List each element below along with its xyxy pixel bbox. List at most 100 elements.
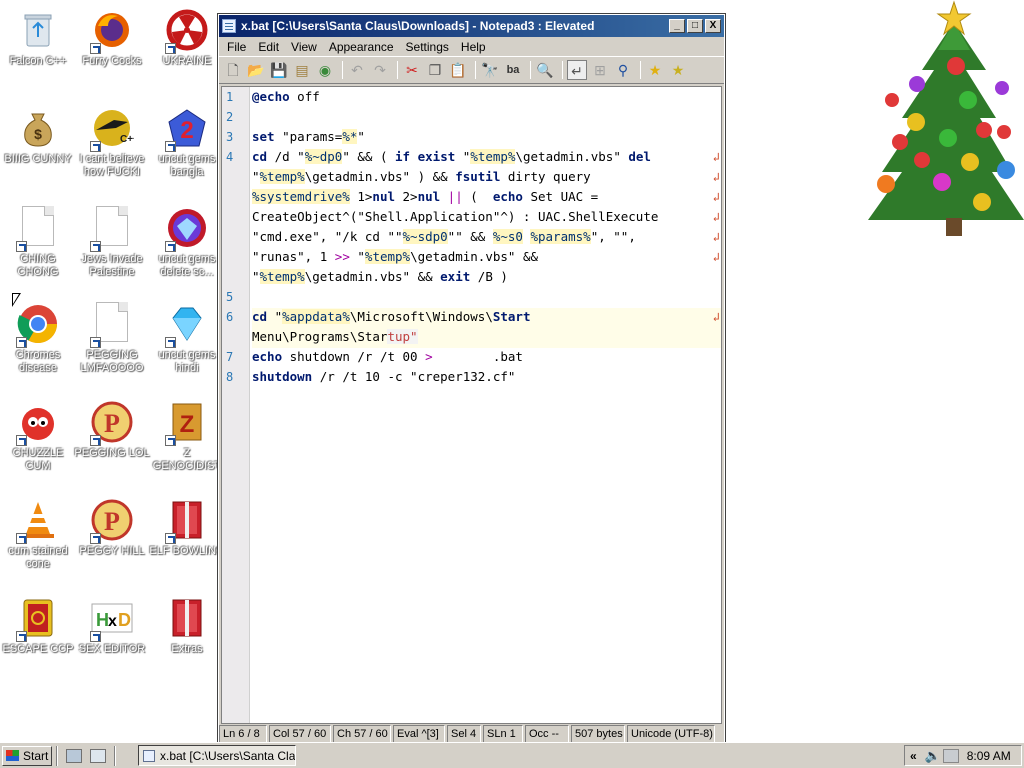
line-number: 1 (226, 90, 234, 104)
desktop-icon-uncut-gems-hindi[interactable]: uncut gems hindi (149, 302, 225, 375)
desktop-icon-uncut-gems-bangla[interactable]: 2 uncut gems bangla (149, 106, 225, 179)
goto-icon[interactable]: 🔍 (535, 60, 555, 80)
shortcut-arrow-icon (165, 435, 176, 446)
start-label: Start (23, 748, 49, 763)
close-button[interactable]: X (705, 19, 721, 33)
clock[interactable]: 8:09 AM (967, 749, 1011, 763)
svg-text:$: $ (34, 126, 42, 142)
browse-icon[interactable]: ◉ (315, 60, 335, 80)
desktop-icon-peggy-hill[interactable]: P PEGGY HILL (74, 498, 150, 558)
code-area[interactable]: @echo off set "params=%*" cd /d "%~dp0" … (252, 87, 721, 723)
desktop-icon-label: PEGGING LMFAOOOO (80, 349, 144, 374)
desktop-icon-chromes-disease[interactable]: Chromes disease (0, 302, 76, 375)
desktop-icon-biiig[interactable]: $ BIIIG CUNNY (0, 106, 76, 166)
desktop-icon-i-cant-believe[interactable]: C++ I cant believe how FUCKI (74, 106, 150, 179)
word-wrap-icon[interactable]: ↵ (567, 60, 587, 80)
desktop-icon-label: SEX EDITOR (78, 643, 146, 655)
replace-icon[interactable]: ba (503, 60, 523, 80)
favorites-star-icon[interactable]: ★ (645, 60, 665, 80)
code-line-wrapped: %systemdrive% 1>nul 2>nul || ( echo Set … (252, 189, 599, 204)
desktop-icon-ching-chong[interactable]: CHING CHONG (0, 206, 76, 279)
falcon-cpp-icon: C++ (90, 106, 139, 152)
shortcut-arrow-icon (90, 43, 101, 54)
status-eval[interactable]: Eval ^[3] (393, 725, 445, 743)
zoom-search-icon[interactable]: ⚲ (613, 60, 633, 80)
toolbar-separator (640, 61, 641, 79)
desktop-icon-ukraine[interactable]: UKRAINE (149, 8, 225, 68)
menu-bar: File Edit View Appearance Settings Help (219, 37, 724, 56)
window-titlebar[interactable]: x.bat [C:\Users\Santa Claus\Downloads] -… (219, 15, 724, 37)
start-button[interactable]: Start (2, 745, 52, 766)
redo-icon[interactable]: ↷ (370, 60, 390, 80)
status-column[interactable]: Col 57 / 60 (269, 725, 331, 743)
desktop-icon-extras[interactable]: Extras (149, 596, 225, 656)
code-line-wrapped: Menu\Programs\Startup" (252, 329, 418, 344)
show-desktop-icon[interactable] (66, 748, 82, 763)
desktop-icon-uncut-gems-delete[interactable]: uncut gems delete sc... (149, 206, 225, 279)
line-number: 7 (226, 350, 234, 364)
desktop-icon-z-genocidist[interactable]: Z Z GENOCIDIST (149, 400, 225, 473)
new-file-icon[interactable]: 🗋 (223, 60, 243, 80)
menu-appearance[interactable]: Appearance (323, 40, 400, 54)
status-selected-lines[interactable]: SLn 1 (483, 725, 523, 743)
open-folder-icon[interactable]: 📂 (246, 60, 266, 80)
shortcut-arrow-icon (165, 241, 176, 252)
maximize-button[interactable]: □ (687, 19, 703, 33)
desktop-icon-jews-invade[interactable]: Jews Invade Palestine (74, 206, 150, 279)
line-number: 3 (226, 130, 234, 144)
windows-flag-icon (6, 750, 19, 761)
minimize-button[interactable]: _ (669, 19, 685, 33)
paste-icon[interactable]: 📋 (448, 60, 468, 80)
add-favorite-star-icon[interactable]: ★ (668, 60, 688, 80)
desktop-icon-cum-stained-cone[interactable]: cum stained cone (0, 498, 76, 571)
status-line[interactable]: Ln 6 / 8 (219, 725, 267, 743)
find-icon[interactable]: 🔭 (480, 60, 500, 80)
desktop-icon-label: CHUZZLE CUM (12, 447, 64, 472)
desktop-icon-label: uncut gems hindi (158, 349, 216, 374)
desktop-icon-label: ELF BOWLING (149, 545, 225, 557)
line-number: 4 (226, 150, 234, 164)
desktop-icon-fury-cocks[interactable]: Furry Cocks (74, 8, 150, 68)
notepad3-window[interactable]: x.bat [C:\Users\Santa Claus\Downloads] -… (217, 13, 726, 745)
desktop-icon-label: UKRAINE (162, 55, 212, 67)
taskbar-separator (114, 745, 116, 766)
status-file-size[interactable]: 507 bytes (571, 725, 625, 743)
desktop-icon-escape-ccp[interactable]: ESCAPE CCP (0, 596, 76, 656)
wrap-indicator-icon: ↲ (712, 190, 720, 204)
menu-view[interactable]: View (285, 40, 323, 54)
network-icon[interactable] (942, 748, 959, 763)
desktop-icon-sex-editor[interactable]: HxD SEX EDITOR (74, 596, 150, 656)
tray-expand-button[interactable]: « (910, 749, 917, 763)
chrome-icon (16, 302, 60, 348)
copy-icon[interactable]: ❐ (425, 60, 445, 80)
desktop-icon-elf-bowling[interactable]: ELF BOWLING (149, 498, 225, 558)
taskbar-item-notepad3[interactable]: x.bat [C:\Users\Santa Cla... (138, 745, 296, 766)
desktop-icon-pegging-lol[interactable]: P PEGGING LOL (74, 400, 150, 460)
save-as-icon[interactable]: ▤ (292, 60, 312, 80)
quick-launch-icon[interactable] (90, 748, 106, 763)
toolbar-separator (342, 61, 343, 79)
document-icon (90, 206, 134, 252)
menu-help[interactable]: Help (455, 40, 492, 54)
desktop-icon-pegging-lmfao[interactable]: PEGGING LMFAOOOO (74, 302, 150, 375)
menu-file[interactable]: File (221, 40, 252, 54)
status-char[interactable]: Ch 57 / 60 (333, 725, 391, 743)
menu-edit[interactable]: Edit (252, 40, 285, 54)
desktop-icon-chuzzle[interactable]: CHUZZLE CUM (0, 400, 76, 473)
save-icon[interactable]: 💾 (269, 60, 289, 80)
undo-icon[interactable]: ↶ (347, 60, 367, 80)
desktop-icon-falcon-cpp[interactable]: Falcon C++ (0, 8, 76, 68)
zoom-icon[interactable]: ⊞ (590, 60, 610, 80)
status-selection[interactable]: Sel 4 (447, 725, 481, 743)
vlc-cone-icon (16, 498, 60, 544)
status-occurrences[interactable]: Occ -- (525, 725, 569, 743)
menu-settings[interactable]: Settings (400, 40, 455, 54)
svg-text:P: P (104, 409, 120, 438)
status-encoding[interactable]: Unicode (UTF-8) (627, 725, 715, 743)
wrap-indicator-icon: ↲ (712, 230, 720, 244)
desktop-icon-label: ESCAPE CCP (2, 643, 74, 655)
volume-icon[interactable]: 🔈 (925, 748, 941, 764)
taskbar-separator (56, 745, 58, 766)
text-editor[interactable]: 1 2 3 4 5 6 7 8 @echo off set "params=%*… (221, 86, 722, 724)
cut-icon[interactable]: ✂ (402, 60, 422, 80)
